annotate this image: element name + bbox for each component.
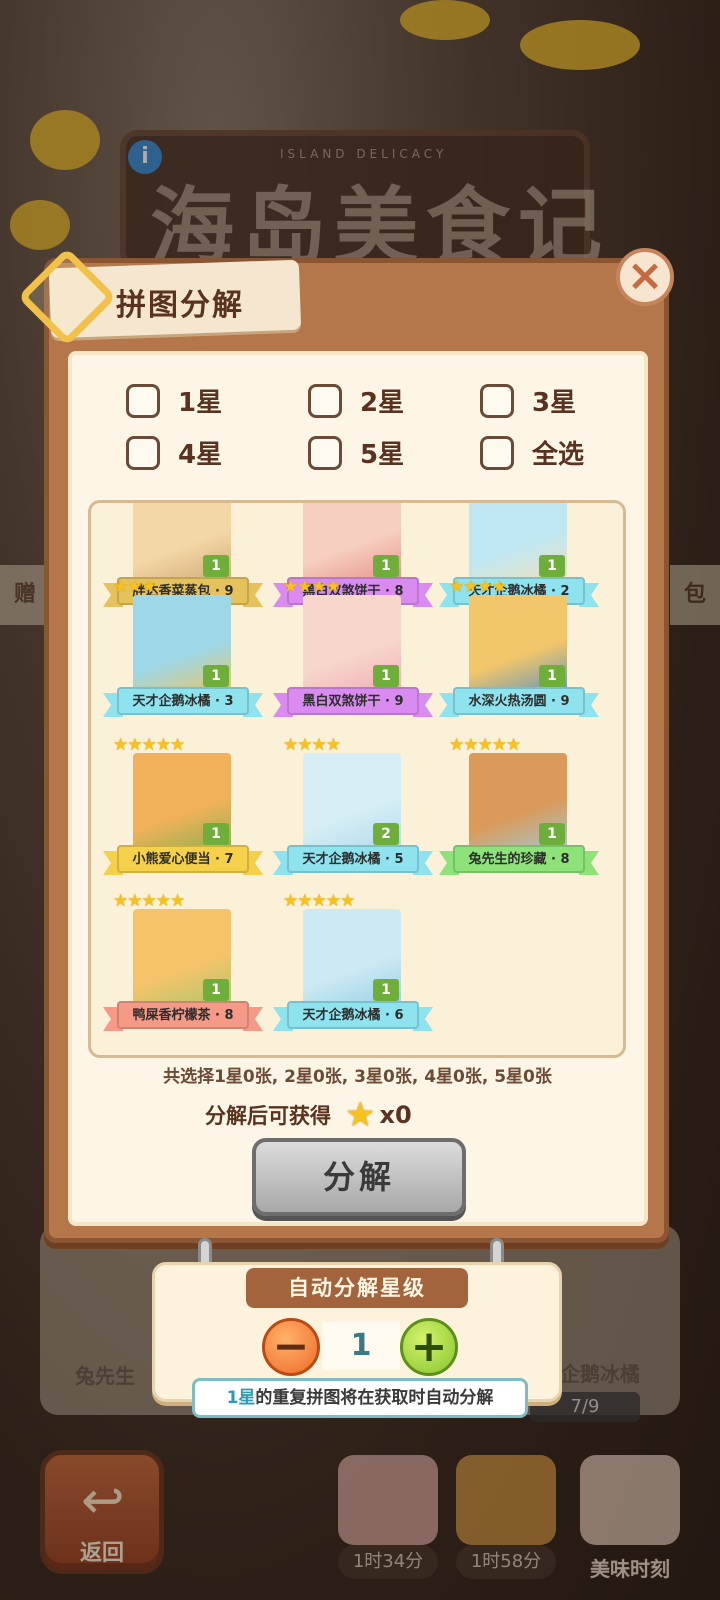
filter-3-star[interactable]: 3星 xyxy=(480,382,576,419)
reward-label: 分解后可获得 xyxy=(205,1104,331,1128)
piece-name-ribbon: 天才企鹅冰橘 · 5 xyxy=(273,845,433,879)
decompose-button[interactable]: 分解 xyxy=(252,1138,466,1216)
filter-select-all[interactable]: 全选 xyxy=(480,434,584,471)
star-rating-icon: ★★★★ xyxy=(449,577,507,597)
piece-name: 鸭屎香柠檬茶 · 8 xyxy=(132,1008,234,1023)
star-rating-icon: ★★★★★ xyxy=(113,891,185,911)
piece-name-ribbon: 兔先生的珍藏 · 8 xyxy=(439,845,599,879)
star-rating-icon: ★★★★ xyxy=(283,577,341,597)
hint-text: 的重复拼图将在获取时自动分解 xyxy=(255,1388,494,1408)
close-button[interactable]: × xyxy=(616,248,674,306)
piece-name: 天才企鹅冰橘 · 6 xyxy=(302,1008,404,1023)
checkbox[interactable] xyxy=(126,435,160,470)
piece-count-badge: 1 xyxy=(203,823,229,845)
selection-summary: 共选择1星0张, 2星0张, 3星0张, 4星0张, 5星0张 xyxy=(163,1067,552,1087)
filter-label: 1星 xyxy=(178,388,223,418)
piece-name-ribbon: 水深火热汤圆 · 9 xyxy=(439,687,599,721)
piece-count-badge: 2 xyxy=(373,823,399,845)
checkbox[interactable] xyxy=(126,383,160,418)
auto-decompose-level: 1 xyxy=(322,1322,400,1370)
plus-icon: + xyxy=(410,1321,448,1372)
checkbox[interactable] xyxy=(480,383,514,418)
reward-value: x0 xyxy=(379,1101,412,1129)
puzzle-piece-grid[interactable]: 1 胖达香菜蒸包 · 9 1 黑白双煞饼干 · 8 1 天才企鹅冰橘 · 2 ★★★ 1 天才企… xyxy=(88,500,626,1058)
filter-5-star[interactable]: 5星 xyxy=(308,434,404,471)
puzzle-piece-card[interactable]: ★★★★★ 1 小熊爱心便当 · 7 xyxy=(103,731,263,891)
reward-row: 分解后可获得 ★ x0 xyxy=(205,1095,412,1135)
decrease-level-button[interactable]: − xyxy=(262,1318,320,1376)
increase-level-button[interactable]: + xyxy=(400,1318,458,1376)
piece-name-ribbon: 鸭屎香柠檬茶 · 8 xyxy=(103,1001,263,1035)
piece-count-badge: 1 xyxy=(539,665,565,687)
piece-name-ribbon: 黑白双煞饼干 · 9 xyxy=(273,687,433,721)
filter-label: 2星 xyxy=(360,388,405,418)
minus-icon: − xyxy=(272,1321,310,1372)
filter-4-star[interactable]: 4星 xyxy=(126,434,222,471)
filter-1-star[interactable]: 1星 xyxy=(126,382,222,419)
filter-label: 4星 xyxy=(178,440,223,470)
piece-count-badge: 1 xyxy=(373,979,399,1001)
close-icon: × xyxy=(626,250,664,301)
puzzle-piece-card[interactable]: ★★★ 1 天才企鹅冰橘 · 3 xyxy=(103,573,263,733)
puzzle-piece-card[interactable]: ★★★★★ 1 鸭屎香柠檬茶 · 8 xyxy=(103,887,263,1047)
piece-name: 小熊爱心便当 · 7 xyxy=(132,852,234,867)
puzzle-piece-card[interactable]: ★★★★★ 1 兔先生的珍藏 · 8 xyxy=(439,731,599,891)
auto-decompose-title: 自动分解星级 xyxy=(246,1268,468,1308)
star-rating-icon: ★★★★★ xyxy=(283,891,355,911)
star-rating-icon: ★★★★★ xyxy=(113,735,185,755)
piece-count-badge: 1 xyxy=(203,665,229,687)
filter-2-star[interactable]: 2星 xyxy=(308,382,404,419)
piece-count-badge: 1 xyxy=(539,823,565,845)
piece-name: 黑白双煞饼干 · 9 xyxy=(302,694,404,709)
auto-decompose-hint: 1星的重复拼图将在获取时自动分解 xyxy=(192,1378,528,1418)
star-rating-icon: ★★★★★ xyxy=(449,735,521,755)
piece-name-ribbon: 天才企鹅冰橘 · 3 xyxy=(103,687,263,721)
puzzle-piece-card[interactable]: ★★★★ 2 天才企鹅冰橘 · 5 xyxy=(273,731,433,891)
piece-count-badge: 1 xyxy=(373,665,399,687)
filter-label: 5星 xyxy=(360,440,405,470)
piece-name: 水深火热汤圆 · 9 xyxy=(468,694,570,709)
filter-label: 全选 xyxy=(532,440,585,470)
piece-name: 天才企鹅冰橘 · 3 xyxy=(132,694,234,709)
dialog-title: 拼图分解 xyxy=(116,288,244,323)
filter-label: 3星 xyxy=(532,388,577,418)
piece-name: 天才企鹅冰橘 · 5 xyxy=(302,852,404,867)
checkbox[interactable] xyxy=(308,383,342,418)
puzzle-piece-card[interactable]: ★★★★ 1 黑白双煞饼干 · 9 xyxy=(273,573,433,733)
checkbox[interactable] xyxy=(480,435,514,470)
puzzle-piece-card[interactable]: ★★★★★ 1 天才企鹅冰橘 · 6 xyxy=(273,887,433,1047)
piece-name-ribbon: 天才企鹅冰橘 · 6 xyxy=(273,1001,433,1035)
hint-star-level: 1星 xyxy=(226,1388,256,1408)
checkbox[interactable] xyxy=(308,435,342,470)
star-rating-icon: ★★★★ xyxy=(283,735,341,755)
star-icon: ★ xyxy=(345,1095,376,1135)
star-rating-icon: ★★★ xyxy=(113,577,157,597)
piece-name: 兔先生的珍藏 · 8 xyxy=(468,852,570,867)
puzzle-piece-card[interactable]: ★★★★ 1 水深火热汤圆 · 9 xyxy=(439,573,599,733)
piece-name-ribbon: 小熊爱心便当 · 7 xyxy=(103,845,263,879)
piece-count-badge: 1 xyxy=(203,979,229,1001)
